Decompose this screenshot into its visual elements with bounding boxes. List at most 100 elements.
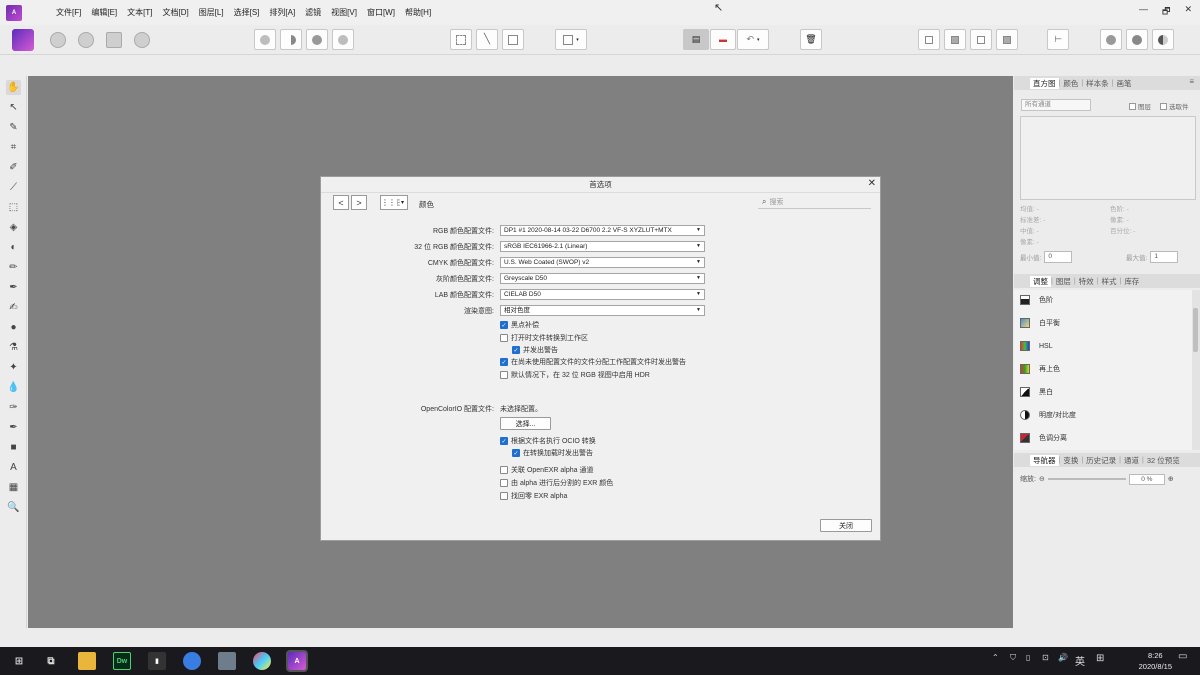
selection-checkbox[interactable]: 选取件: [1160, 101, 1189, 111]
volume-icon[interactable]: 🔊: [1058, 653, 1068, 662]
export-persona-icon[interactable]: [134, 32, 150, 48]
menu-window[interactable]: 窗口[W]: [367, 7, 395, 18]
adjustment-posterize[interactable]: 色调分离: [1020, 431, 1067, 445]
clone-brush-tool-icon[interactable]: ✍: [6, 300, 21, 315]
zoom-out-icon[interactable]: ⊖: [1039, 475, 1045, 483]
zoom-tool-icon[interactable]: 🔍: [6, 500, 21, 515]
browser-icon[interactable]: [183, 652, 201, 670]
channel-select[interactable]: 所有通道: [1021, 99, 1091, 111]
marquee-tool-icon[interactable]: ⬚: [6, 200, 21, 215]
move-tool-icon[interactable]: ↖: [6, 100, 21, 115]
view-tool-icon[interactable]: ▦: [6, 480, 21, 495]
rectangle-tool-icon[interactable]: ■: [6, 440, 21, 455]
section-grid-button[interactable]: ⋮⋮⋮ ▾: [380, 195, 408, 210]
tab-adjustments[interactable]: 调整: [1030, 275, 1051, 287]
liquify-persona-icon[interactable]: [50, 32, 66, 48]
align-button[interactable]: ⊢: [1047, 29, 1069, 50]
close-dialog-button[interactable]: 关闭: [820, 519, 872, 532]
black-point-checkbox[interactable]: ✓ 黑点补偿: [500, 320, 539, 330]
tab-layers[interactable]: 图层: [1053, 276, 1074, 287]
task-view-icon[interactable]: ⧉: [42, 652, 60, 670]
rgb32-profile-select[interactable]: sRGB IEC61966-2.1 (Linear) ▼: [500, 241, 705, 252]
choose-config-button[interactable]: 选择...: [500, 417, 551, 430]
hdr-default-checkbox[interactable]: 默认情况下，在 32 位 RGB 视图中启用 HDR: [500, 370, 650, 380]
adjustment-recolor[interactable]: 再上色: [1020, 362, 1060, 376]
menu-view[interactable]: 视图[V]: [331, 7, 357, 18]
exr-zero-alpha-checkbox[interactable]: 找回零 EXR alpha: [500, 491, 567, 501]
photo-persona-icon[interactable]: [12, 29, 34, 51]
menu-help[interactable]: 帮助[H]: [405, 7, 431, 18]
dreamweaver-icon[interactable]: Dw: [113, 652, 131, 670]
node-tool-icon[interactable]: ✒: [6, 420, 21, 435]
adjustment-brightness-contrast[interactable]: 明度/对比度: [1020, 408, 1076, 422]
delete-button[interactable]: 🗑: [800, 29, 822, 50]
ocio-load-warn-checkbox[interactable]: ✓ 在转换加载时发出警告: [512, 448, 593, 458]
rgb-profile-select[interactable]: DP1 #1 2020-08-14 03-22 D6700 2.2 VF-S X…: [500, 225, 705, 236]
arrange-backward-button[interactable]: [996, 29, 1018, 50]
flood-fill-tool-icon[interactable]: ◈: [6, 220, 21, 235]
boolean-add-button[interactable]: [254, 29, 276, 50]
menu-layer[interactable]: 图层[L]: [199, 7, 224, 18]
develop-persona-icon[interactable]: [78, 32, 94, 48]
menu-select[interactable]: 选择[S]: [234, 7, 260, 18]
tab-color[interactable]: 颜色: [1060, 78, 1081, 89]
pen-tool-icon[interactable]: ✑: [6, 400, 21, 415]
network-icon[interactable]: ⊡: [1042, 653, 1049, 662]
close-window-button[interactable]: ✕: [1184, 4, 1192, 20]
menu-arrange[interactable]: 排列[A]: [269, 7, 295, 18]
adjustment-black-white[interactable]: 黑白: [1020, 385, 1053, 399]
affinity-photo-icon[interactable]: A: [286, 650, 308, 672]
zoom-in-icon[interactable]: ⊕: [1168, 475, 1174, 483]
start-button[interactable]: ⊞: [10, 652, 28, 670]
ime-indicator[interactable]: 英: [1075, 653, 1085, 668]
search-input[interactable]: ⌕ 搜索: [758, 196, 871, 209]
line-tool-button[interactable]: ╲: [476, 29, 498, 50]
app-icon[interactable]: [218, 652, 236, 670]
layer-checkbox[interactable]: 图层: [1129, 101, 1151, 111]
selection-brush-tool-icon[interactable]: ✐: [6, 160, 21, 175]
tab-styles[interactable]: 样式: [1098, 276, 1119, 287]
text-tool-icon[interactable]: A: [6, 460, 21, 475]
minimize-button[interactable]: —: [1139, 4, 1148, 20]
grey-profile-select[interactable]: Greyscale D50 ▼: [500, 273, 705, 284]
hand-tool-icon[interactable]: ✋: [6, 80, 21, 95]
tab-stock[interactable]: 库存: [1121, 276, 1142, 287]
color-picker-tool-icon[interactable]: ✎: [6, 120, 21, 135]
tab-histogram[interactable]: 直方图: [1030, 77, 1059, 89]
tab-32bit-preview[interactable]: 32 位预览: [1144, 455, 1183, 466]
menu-filters[interactable]: 滤镜: [305, 7, 321, 18]
zoom-value-input[interactable]: 0 %: [1128, 473, 1165, 485]
assign-profile-warn-checkbox[interactable]: ✓ 在尚未使用配置文件的文件分配工作配置文件时发出警告: [500, 357, 686, 367]
snapping-button[interactable]: ▤: [683, 29, 709, 50]
tab-navigator[interactable]: 导航器: [1030, 454, 1059, 466]
dialog-close-icon[interactable]: ✕: [868, 178, 876, 189]
tab-transform[interactable]: 变换: [1060, 455, 1081, 466]
quick-mask-button[interactable]: ▾: [555, 29, 587, 50]
tab-brushes[interactable]: 画笔: [1113, 78, 1134, 89]
tab-swatches[interactable]: 样本条: [1083, 78, 1112, 89]
menu-file[interactable]: 文件[F]: [56, 7, 81, 18]
arrange-back-button[interactable]: [970, 29, 992, 50]
flood-select-tool-icon[interactable]: ⟋: [6, 180, 21, 195]
terminal-icon[interactable]: ▮: [148, 652, 166, 670]
gradient-tool-icon[interactable]: ◐: [6, 240, 21, 255]
nav-back-button[interactable]: <: [333, 195, 349, 210]
panel-menu-icon[interactable]: ≡: [1189, 77, 1194, 86]
live-filter-button[interactable]: [1152, 29, 1174, 50]
adjust-button[interactable]: [1126, 29, 1148, 50]
adjustment-white-balance[interactable]: 白平衡: [1020, 316, 1060, 330]
exr-unpremultiply-checkbox[interactable]: 由 alpha 进行后分割的 EXR 颜色: [500, 478, 613, 488]
sharpen-tool-icon[interactable]: 💧: [6, 380, 21, 395]
arrange-front-button[interactable]: [918, 29, 940, 50]
history-dropdown-button[interactable]: ↶ ▾: [737, 29, 769, 50]
dodge-brush-tool-icon[interactable]: ✒: [6, 280, 21, 295]
restore-button[interactable]: 🗗: [1162, 4, 1170, 20]
tab-effects[interactable]: 特效: [1076, 276, 1097, 287]
app-logo-icon[interactable]: A: [6, 4, 22, 21]
paint-brush-tool-icon[interactable]: ✏: [6, 260, 21, 275]
zoom-slider[interactable]: [1047, 478, 1126, 480]
marquee-select-button[interactable]: [450, 29, 472, 50]
notification-icon[interactable]: ▭: [1178, 651, 1187, 662]
exr-associate-alpha-checkbox[interactable]: 关联 OpenEXR alpha 通道: [500, 465, 593, 475]
adjustment-levels[interactable]: 色阶: [1020, 293, 1053, 307]
